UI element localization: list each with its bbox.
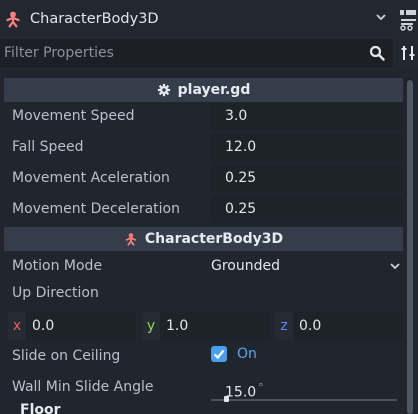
property-label: Wall Min Slide Angle [12,379,154,395]
node-name: CharacterBody3D [30,11,159,27]
property-row-movement-deceleration: Movement Deceleration 0.25 [4,194,403,225]
slider-grabber[interactable] [224,396,229,402]
scrollbar-thumb[interactable] [407,80,413,414]
axis-x-value: 0.0 [32,318,55,334]
section-header-characterbody3d[interactable]: CharacterBody3D [4,227,403,251]
chevron-down-icon [376,14,386,21]
property-label: Movement Speed [12,108,135,124]
axis-z-label: z [275,312,293,340]
character-body-icon [125,233,137,246]
movement-deceleration-field[interactable]: 0.25 [211,196,403,223]
property-label: Movement Aceleration [12,170,170,186]
checkbox-label: On [237,346,257,362]
motion-mode-dropdown[interactable]: Grounded [205,253,405,280]
axis-z-value: 0.0 [299,318,322,334]
chevron-down-icon [390,263,400,270]
node-selector[interactable]: CharacterBody3D [0,2,394,36]
documentation-icon[interactable] [398,8,418,32]
up-direction-y-field[interactable]: y 1.0 [142,312,270,340]
section-title: CharacterBody3D [144,231,284,247]
section-title: player.gd [177,82,251,98]
property-row-movement-speed: Movement Speed 3.0 [4,101,403,132]
slider-unit: ° [258,381,264,394]
movement-speed-field[interactable]: 3.0 [211,103,403,130]
tools-icon[interactable] [400,45,416,61]
property-row-slide-on-ceiling: Slide on Ceiling On [4,341,403,372]
slide-on-ceiling-checkbox[interactable]: On [211,346,257,362]
checkbox-checked-icon [211,346,227,362]
property-label: Slide on Ceiling [12,348,121,364]
property-label: Movement Deceleration [12,201,180,217]
property-row-fall-speed: Fall Speed 12.0 [4,132,403,163]
motion-mode-value: Grounded [211,258,280,274]
up-direction-z-field[interactable]: z 0.0 [275,312,403,340]
slider-track[interactable] [211,399,397,401]
axis-x-label: x [8,312,26,340]
axis-y-value: 1.0 [166,318,189,334]
section-header-script[interactable]: player.gd [4,78,403,102]
filter-bar [0,38,418,68]
property-row-movement-aceleration: Movement Aceleration 0.25 [4,163,403,194]
filter-properties-input[interactable] [0,39,393,67]
search-icon [369,45,385,61]
property-label: Motion Mode [12,258,103,274]
property-row-up-direction: Up Direction [4,278,403,309]
property-label: Up Direction [12,285,99,301]
property-label: Fall Speed [12,139,84,155]
character-body-icon [6,11,20,28]
fall-speed-field[interactable]: 12.0 [211,134,403,161]
movement-aceleration-field[interactable]: 0.25 [211,165,403,192]
inspector-header: CharacterBody3D [0,0,418,38]
gear-icon [157,83,170,97]
axis-y-label: y [142,312,160,340]
up-direction-vector: x 0.0 y 1.0 z 0.0 [4,310,403,342]
up-direction-x-field[interactable]: x 0.0 [8,312,136,340]
wall-min-slide-angle-field[interactable]: 15.0 ° [211,374,403,401]
section-header-floor[interactable]: Floor [20,402,61,414]
